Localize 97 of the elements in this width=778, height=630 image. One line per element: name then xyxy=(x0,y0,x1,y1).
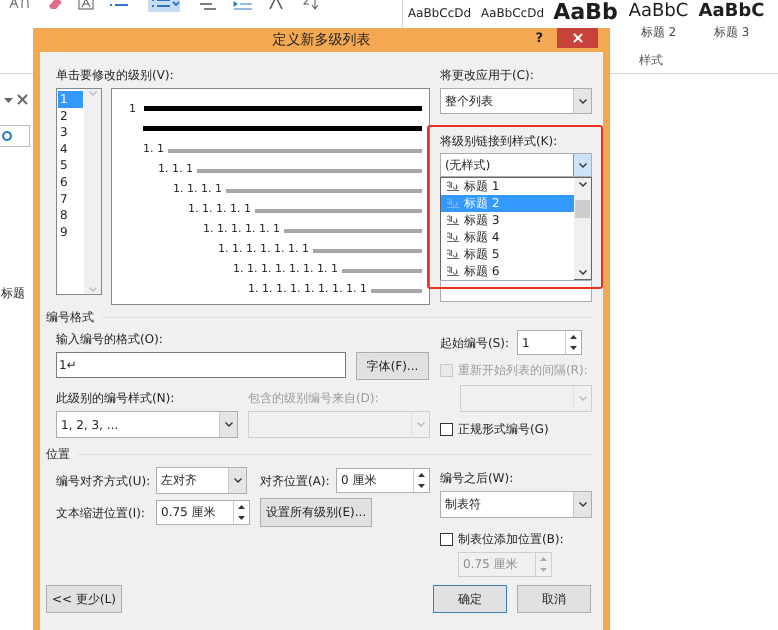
caret-icon xyxy=(578,98,586,104)
pane-text: 标题 xyxy=(1,285,26,302)
level-number: 1 xyxy=(129,102,136,116)
level-number: 1. 1. 1. 1. 1. 1. 1. 1 xyxy=(233,262,338,276)
style-sample[interactable]: AaBb xyxy=(553,0,618,26)
level-item[interactable]: 9 xyxy=(58,224,83,240)
down-arrow-icon[interactable] xyxy=(238,516,245,520)
level-number: 1. 1. 1. 1. 1. 1. 1. 1. 1 xyxy=(248,282,367,296)
field-label: 此级别的编号样式(N): xyxy=(56,390,176,407)
caret-icon xyxy=(578,502,586,507)
caret-icon xyxy=(234,478,242,483)
level-item[interactable]: 7 xyxy=(58,190,83,208)
level-number: 1. 1. 1 xyxy=(158,162,193,176)
checkbox[interactable] xyxy=(440,532,453,546)
style-sample[interactable]: AaBbCcDd xyxy=(480,2,544,24)
close-icon xyxy=(572,33,582,43)
numbered-list-icon[interactable] xyxy=(148,0,180,12)
caret-icon xyxy=(578,162,586,168)
level-item[interactable]: 6 xyxy=(58,174,83,191)
section-heading: 位置 xyxy=(46,446,70,463)
level-item[interactable]: 8 xyxy=(58,207,83,224)
ok-button[interactable]: 确定 xyxy=(433,585,507,613)
help-button[interactable]: ? xyxy=(535,31,543,46)
input-field[interactable] xyxy=(440,280,592,302)
style-sample[interactable]: AaBbCcDd xyxy=(408,2,472,24)
eraser-icon[interactable] xyxy=(46,0,64,10)
indent-icon[interactable] xyxy=(232,0,254,10)
level-list[interactable]: 1 2 3 4 5 6 7 8 9 xyxy=(56,88,102,295)
checkbox-label: 制表位添加位置(B): xyxy=(458,531,564,548)
section-heading: 编号格式 xyxy=(46,309,94,326)
search-icon xyxy=(2,131,14,141)
field-label: 单击要修改的级别(V): xyxy=(55,67,175,84)
down-arrow-icon[interactable] xyxy=(418,484,425,488)
style-option[interactable]: 标题 6 xyxy=(441,263,574,280)
follow-dropdown[interactable]: 制表符 xyxy=(440,491,592,518)
spin-field[interactable]: 0.75 厘米 xyxy=(156,500,250,525)
up-arrow-icon[interactable] xyxy=(570,334,578,339)
style-sample[interactable]: AaBbC xyxy=(628,0,688,22)
set-all-levels-button[interactable]: 设置所有级别(E)... xyxy=(260,498,372,527)
number-style-dropdown[interactable]: 1, 2, 3, ... xyxy=(56,411,238,438)
paragraph-style-icon xyxy=(447,215,459,226)
caret-icon xyxy=(416,422,424,427)
scroll-down-icon xyxy=(88,287,96,292)
close-icon[interactable] xyxy=(17,94,28,105)
scroll-down-icon xyxy=(578,270,586,275)
style-caption: 标题 3 xyxy=(714,24,750,41)
field-label: 将级别链接到样式(K): xyxy=(440,133,558,150)
up-arrow-icon[interactable] xyxy=(418,472,425,477)
paragraph-style-icon xyxy=(447,249,459,260)
field-label: 输入编号的格式(O): xyxy=(56,331,164,348)
paragraph-style-icon xyxy=(447,266,459,277)
restart-dropdown[interactable] xyxy=(460,385,592,412)
alignment-dropdown[interactable]: 左对齐 xyxy=(156,467,247,494)
field-label: 包含的级别编号来自(D): xyxy=(248,390,380,407)
style-dropdown[interactable]: (无样式) xyxy=(440,153,592,177)
scroll-thumb[interactable] xyxy=(575,200,590,218)
group-label: 样式 xyxy=(639,52,663,69)
window-title: 定义新多级列表 xyxy=(272,31,370,49)
level-number: 1. 1. 1. 1 xyxy=(173,182,222,196)
spin-field[interactable]: 1 xyxy=(517,330,582,355)
level-item[interactable]: 4 xyxy=(58,140,83,158)
paragraph-style-icon xyxy=(447,232,459,243)
paragraph-style-icon xyxy=(447,181,459,192)
field-label: 对齐位置(A): xyxy=(260,472,331,490)
checkbox-label: 重新开始列表的间隔(R): xyxy=(458,362,588,379)
level-item[interactable]: 2 xyxy=(58,108,83,124)
style-caption: 标题 2 xyxy=(640,24,676,41)
checkbox[interactable] xyxy=(440,422,453,436)
field-label: 文本缩进位置(I): xyxy=(56,504,146,522)
box-letter-icon[interactable] xyxy=(78,0,94,10)
field-label: 起始编号(S): xyxy=(440,334,510,352)
spin-field[interactable]: 0 厘米 xyxy=(336,468,430,493)
less-button[interactable]: << 更少(L) xyxy=(46,585,122,613)
field-label: 编号对齐方式(U): xyxy=(56,472,152,490)
caret-icon[interactable] xyxy=(4,98,13,104)
caret-icon xyxy=(224,422,232,427)
style-sample[interactable]: AaBbC xyxy=(698,0,764,22)
level-number: 1. 1. 1. 1. 1 xyxy=(188,202,251,216)
apply-dropdown[interactable]: 整个列表 xyxy=(440,88,592,114)
cancel-button[interactable]: 取消 xyxy=(517,585,591,613)
level-number: 1. 1. 1. 1. 1. 1 xyxy=(203,222,280,236)
level-number: 1. 1. 1. 1. 1. 1. 1 xyxy=(218,242,309,256)
field-label: 将更改应用于(C): xyxy=(440,67,535,84)
font-button[interactable]: 字体(F)... xyxy=(356,352,429,380)
level-item[interactable]: 3 xyxy=(58,124,83,141)
level-item[interactable]: 5 xyxy=(58,157,83,174)
down-arrow-icon[interactable] xyxy=(570,346,578,350)
level-number: 1. 1 xyxy=(143,142,164,156)
checkbox-label: 正规形式编号(G) xyxy=(458,421,549,438)
caret-icon xyxy=(578,396,586,401)
search-field[interactable] xyxy=(0,125,30,147)
paragraph-style-icon xyxy=(447,198,459,209)
field-label: 编号之后(W): xyxy=(440,470,514,487)
style-list[interactable]: 标题 1 标题 2 标题 3 标题 4 标题 5 标题 6 xyxy=(440,177,592,280)
up-arrow-icon[interactable] xyxy=(238,504,245,509)
format-field[interactable]: 1↵ xyxy=(56,352,346,378)
close-button[interactable] xyxy=(557,28,598,48)
